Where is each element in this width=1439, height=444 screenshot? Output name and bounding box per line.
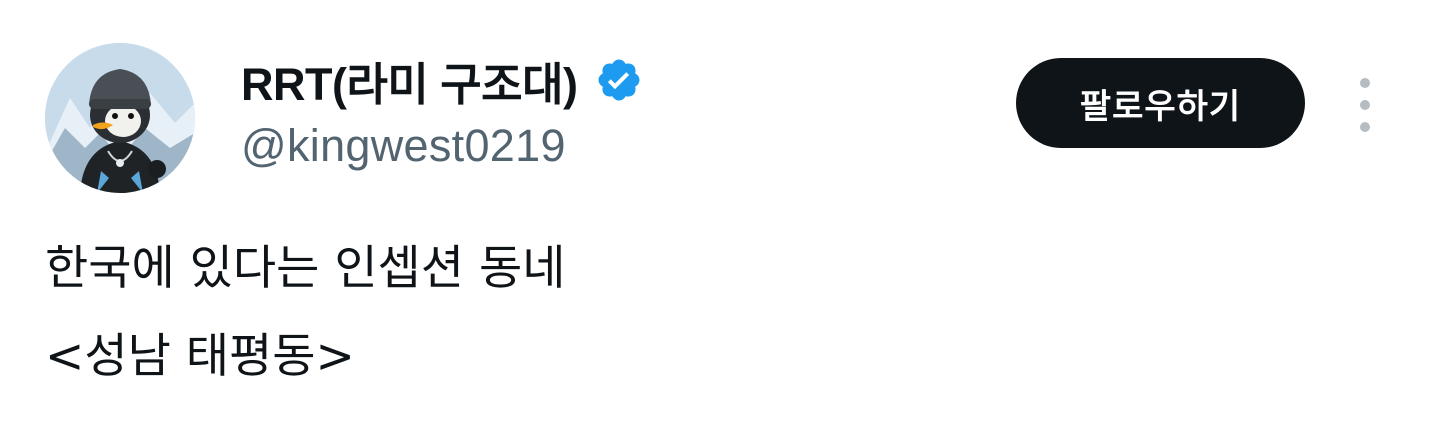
tweet-text-line: <성남 태평동> (45, 329, 355, 384)
penguin-avatar-icon (45, 43, 195, 193)
more-vertical-icon-dot (1360, 122, 1370, 132)
author-display-name[interactable]: RRT(라미 구조대) (241, 48, 578, 113)
more-vertical-icon-dot (1360, 100, 1370, 110)
tweet-text: 한국에 있다는 인셉션 동네 <성남 태평동> (45, 225, 565, 401)
follow-button[interactable]: 팔로우하기 (1016, 58, 1305, 148)
tweet-text-line: 한국에 있다는 인셉션 동네 (45, 241, 566, 296)
more-vertical-icon (1360, 78, 1370, 88)
more-options-button[interactable] (1350, 78, 1380, 132)
author-handle[interactable]: @kingwest0219 (241, 120, 566, 172)
avatar[interactable] (45, 43, 195, 193)
author-name-row: RRT(라미 구조대) (241, 52, 643, 110)
verified-badge-icon (598, 59, 640, 101)
